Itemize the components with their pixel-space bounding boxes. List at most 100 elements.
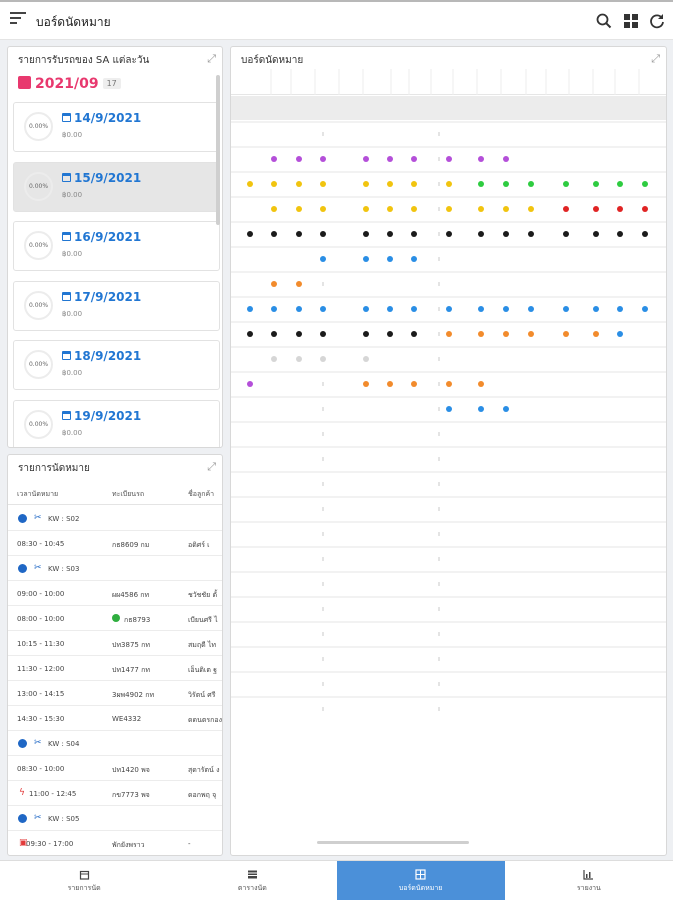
appointment-dot[interactable] bbox=[247, 331, 253, 337]
appointment-dot[interactable] bbox=[411, 231, 417, 237]
column-time[interactable]: เวลานัดหมาย bbox=[17, 489, 58, 500]
appointment-dot[interactable] bbox=[563, 231, 569, 237]
month-header[interactable]: 2021/09 17 bbox=[18, 76, 121, 92]
appointment-dot[interactable] bbox=[446, 306, 452, 312]
appointment-dot[interactable] bbox=[320, 256, 326, 262]
appointment-dot[interactable] bbox=[387, 331, 393, 337]
table-row[interactable]: 10:15 - 11:30 ปท3875 กท สมฤดี ไท bbox=[8, 631, 222, 656]
appointment-dot[interactable] bbox=[593, 331, 599, 337]
day-card[interactable]: 0.00% 18/9/2021 ฿0.00 bbox=[13, 340, 220, 390]
day-card[interactable]: 0.00% 17/9/2021 ฿0.00 bbox=[13, 280, 220, 331]
appointment-dot[interactable] bbox=[363, 381, 369, 387]
appointment-dot[interactable] bbox=[387, 256, 393, 262]
appointment-dot[interactable] bbox=[387, 181, 393, 187]
appointment-dot[interactable] bbox=[446, 381, 452, 387]
appointment-dot[interactable] bbox=[411, 381, 417, 387]
table-row[interactable]: 08:00 - 10:00 กธ8793 เบียนศรี ไ bbox=[8, 606, 222, 631]
appointment-dot[interactable] bbox=[271, 281, 277, 287]
menu-icon[interactable] bbox=[10, 12, 26, 28]
appointment-dot[interactable] bbox=[296, 306, 302, 312]
table-row[interactable]: 08:30 - 10:00 ปท1420 พจ สุดารัตน์ ง bbox=[8, 756, 222, 781]
appointment-dot[interactable] bbox=[271, 181, 277, 187]
grid-icon[interactable] bbox=[622, 12, 640, 30]
appointment-dot[interactable] bbox=[411, 306, 417, 312]
appointment-dot[interactable] bbox=[387, 306, 393, 312]
column-customer[interactable]: ชื่อลูกค้า bbox=[188, 489, 214, 500]
horizontal-scrollbar[interactable] bbox=[317, 841, 469, 844]
appointment-dot[interactable] bbox=[387, 381, 393, 387]
appointment-dot[interactable] bbox=[503, 306, 509, 312]
appointment-dot[interactable] bbox=[363, 306, 369, 312]
appointment-dot[interactable] bbox=[296, 281, 302, 287]
table-row[interactable]: 08:30 - 10:45 กธ8609 กม อดิศร์ เ bbox=[8, 531, 222, 556]
scrollbar[interactable] bbox=[216, 75, 220, 225]
table-row[interactable]: 14:30 - 15:30 WE4332 ดดนตรกอง bbox=[8, 706, 222, 731]
nav-tab[interactable]: รายงาน bbox=[505, 861, 673, 900]
table-row[interactable]: 13:00 - 14:15 3ผพ4902 กท วิรัตน์ ศรี bbox=[8, 681, 222, 706]
table-row[interactable]: ϟ 11:00 - 12:45 กข7773 พจ ดอกพฤ จุ bbox=[8, 781, 222, 806]
appointment-dot[interactable] bbox=[642, 181, 648, 187]
appointment-dot[interactable] bbox=[503, 406, 509, 412]
column-plate[interactable]: ทะเบียนรถ bbox=[112, 489, 144, 500]
appointment-dot[interactable] bbox=[563, 306, 569, 312]
appointment-dot[interactable] bbox=[387, 206, 393, 212]
appointment-dot[interactable] bbox=[478, 381, 484, 387]
appointment-dot[interactable] bbox=[296, 356, 302, 362]
nav-tab[interactable]: ตารางนัด bbox=[168, 861, 336, 900]
appointment-dot[interactable] bbox=[478, 231, 484, 237]
appointment-dot[interactable] bbox=[320, 306, 326, 312]
appointment-dot[interactable] bbox=[296, 231, 302, 237]
appointment-dot[interactable] bbox=[446, 181, 452, 187]
appointment-dot[interactable] bbox=[528, 331, 534, 337]
appointment-dot[interactable] bbox=[528, 181, 534, 187]
appointment-dot[interactable] bbox=[320, 331, 326, 337]
appointment-dot[interactable] bbox=[411, 206, 417, 212]
refresh-icon[interactable] bbox=[648, 12, 666, 30]
appointment-dot[interactable] bbox=[593, 181, 599, 187]
appointment-dot[interactable] bbox=[446, 206, 452, 212]
appointment-dot[interactable] bbox=[363, 231, 369, 237]
appointment-dot[interactable] bbox=[363, 356, 369, 362]
appointment-dot[interactable] bbox=[617, 331, 623, 337]
day-card[interactable]: 0.00% 14/9/2021 ฿0.00 bbox=[13, 102, 220, 152]
group-row[interactable]: ✂ KW : S04 bbox=[8, 731, 222, 756]
appointment-dot[interactable] bbox=[446, 331, 452, 337]
appointment-dot[interactable] bbox=[247, 381, 253, 387]
appointment-dot[interactable] bbox=[271, 356, 277, 362]
appointment-dot[interactable] bbox=[528, 206, 534, 212]
expand-icon[interactable]: ⤢ bbox=[207, 460, 216, 474]
appointment-dot[interactable] bbox=[528, 306, 534, 312]
appointment-dot[interactable] bbox=[503, 331, 509, 337]
appointment-dot[interactable] bbox=[563, 206, 569, 212]
appointment-dot[interactable] bbox=[363, 181, 369, 187]
appointment-dot[interactable] bbox=[411, 331, 417, 337]
appointment-dot[interactable] bbox=[271, 231, 277, 237]
group-row[interactable]: ✂ KW : S02 bbox=[8, 506, 222, 531]
appointment-dot[interactable] bbox=[503, 206, 509, 212]
appointment-dot[interactable] bbox=[593, 306, 599, 312]
appointment-dot[interactable] bbox=[247, 231, 253, 237]
appointment-dot[interactable] bbox=[593, 231, 599, 237]
appointment-dot[interactable] bbox=[363, 331, 369, 337]
appointment-dot[interactable] bbox=[387, 156, 393, 162]
appointment-dot[interactable] bbox=[446, 231, 452, 237]
appointment-dot[interactable] bbox=[296, 156, 302, 162]
appointment-dot[interactable] bbox=[296, 331, 302, 337]
appointment-dot[interactable] bbox=[411, 156, 417, 162]
appointment-dot[interactable] bbox=[503, 231, 509, 237]
appointment-dot[interactable] bbox=[617, 306, 623, 312]
appointment-dot[interactable] bbox=[617, 206, 623, 212]
appointment-dot[interactable] bbox=[478, 406, 484, 412]
nav-tab[interactable]: บอร์ดนัดหมาย bbox=[336, 861, 505, 900]
appointment-dot[interactable] bbox=[320, 181, 326, 187]
appointment-dot[interactable] bbox=[363, 206, 369, 212]
appointment-dot[interactable] bbox=[563, 181, 569, 187]
group-row[interactable]: ✂ KW : S05 bbox=[8, 806, 222, 831]
appointment-dot[interactable] bbox=[642, 206, 648, 212]
appointment-dot[interactable] bbox=[528, 231, 534, 237]
appointment-dot[interactable] bbox=[296, 206, 302, 212]
appointment-dot[interactable] bbox=[271, 206, 277, 212]
appointment-dot[interactable] bbox=[411, 181, 417, 187]
appointment-dot[interactable] bbox=[271, 306, 277, 312]
appointment-dot[interactable] bbox=[320, 206, 326, 212]
